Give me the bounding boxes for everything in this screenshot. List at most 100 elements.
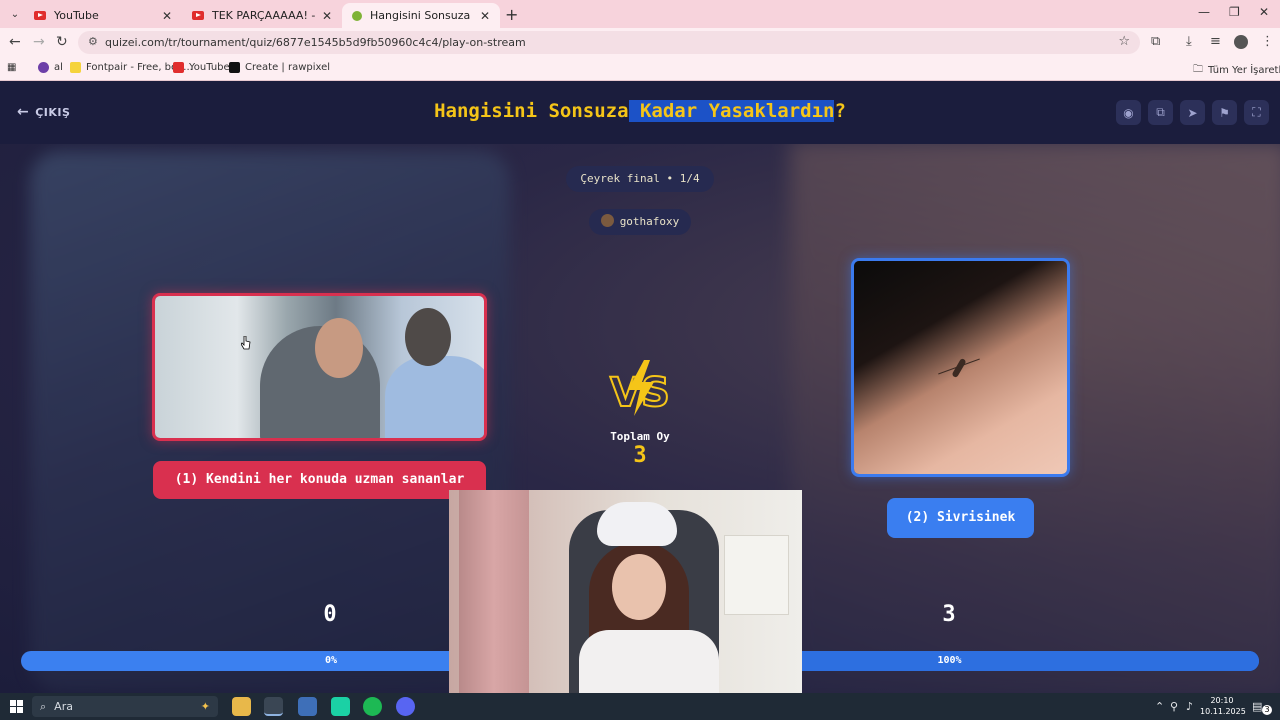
bookmark-favicon-icon <box>70 62 81 73</box>
tab-list-chevron-icon[interactable]: ⌄ <box>6 5 24 23</box>
webcam-overlay <box>449 490 802 720</box>
windows-start-icon[interactable] <box>10 700 23 713</box>
clock-time: 20:10 <box>1210 696 1234 705</box>
media-control-icon[interactable]: ≡ <box>1210 34 1221 49</box>
tab-label: YouTube <box>54 9 99 22</box>
new-tab-icon[interactable]: + <box>505 5 518 24</box>
dresser-shape <box>724 535 789 615</box>
reload-icon[interactable]: ↻ <box>56 34 68 50</box>
close-icon[interactable]: ✕ <box>322 9 332 23</box>
person-head-shape <box>405 308 451 366</box>
person-shape <box>385 356 484 438</box>
browser-tab-bar: ⌄ YouTube ✕ TEK PARÇAAAAA! - YouTube ✕ H… <box>0 0 1280 28</box>
streamer-badge: gothafoxy <box>589 209 691 235</box>
bookmarks-bar: ▦ al Fontpair - Free, bea... YouTube Cre… <box>0 56 1280 81</box>
mosquito-shape <box>949 356 969 380</box>
window-close-icon[interactable]: ✕ <box>1259 5 1269 19</box>
search-placeholder: Ara <box>54 700 73 713</box>
menu-kebab-icon[interactable]: ⋮ <box>1261 34 1274 49</box>
browser-toolbar: ← → ↻ ⚙ quizei.com/tr/tournament/quiz/68… <box>0 28 1280 56</box>
bookmark-label: al <box>54 62 63 73</box>
spotify-icon[interactable] <box>363 697 382 716</box>
search-icon: ⌕ <box>40 699 47 713</box>
fullscreen-icon[interactable]: ⛶ <box>1244 100 1269 125</box>
tab-quiz[interactable]: Hangisini Sonsuza Kadar Yasakla ✕ <box>342 3 500 28</box>
back-icon[interactable]: ← <box>9 34 21 50</box>
discord-icon[interactable] <box>396 697 415 716</box>
screen: ⌄ YouTube ✕ TEK PARÇAAAAA! - YouTube ✕ H… <box>0 0 1280 720</box>
volume-icon[interactable]: ♪ <box>1186 700 1193 713</box>
quiz-title: Hangisini Sonsuza Kadar Yasaklardın? <box>0 100 1280 122</box>
quizei-icon <box>352 10 362 21</box>
option-2-score: 3 <box>942 602 956 627</box>
tab-youtube-song[interactable]: TEK PARÇAAAAA! - YouTube ✕ <box>182 3 342 28</box>
total-votes-label: Toplam Oy <box>610 430 670 443</box>
face-shape <box>612 554 666 620</box>
sparkle-icon: ✦ <box>200 700 210 713</box>
restore-icon[interactable]: ❐ <box>1229 5 1240 19</box>
forward-icon[interactable]: → <box>33 34 45 50</box>
bookmark-favicon-icon <box>38 62 49 73</box>
tab-label: Hangisini Sonsuza Kadar Yasakla <box>370 9 474 22</box>
bookmark-star-icon[interactable]: ☆ <box>1118 34 1130 49</box>
tray-chevron-icon[interactable]: ⌃ <box>1155 700 1164 713</box>
notification-icon[interactable]: ▤ <box>1252 700 1262 713</box>
curtain-shape <box>459 490 529 720</box>
person-head-shape <box>315 318 363 378</box>
title-text: Hangisini Sonsuza <box>434 100 629 122</box>
tab-label: TEK PARÇAAAAA! - YouTube <box>212 9 316 22</box>
apps-grid-icon[interactable]: ▦ <box>7 62 16 73</box>
bookmark-al[interactable]: al <box>38 62 63 73</box>
site-info-icon[interactable]: ⚙ <box>88 35 98 48</box>
network-icon[interactable]: ⚲ <box>1170 700 1178 713</box>
title-highlight: Kadar Yasaklardın <box>628 100 835 122</box>
clock[interactable]: 20:10 10.11.2025 <box>1200 695 1246 717</box>
folder-icon: 🗀 <box>1193 64 1203 75</box>
title-question-mark: ? <box>834 100 846 122</box>
send-icon[interactable]: ➤ <box>1180 100 1205 125</box>
close-icon[interactable]: ✕ <box>480 9 490 23</box>
option-2-image[interactable] <box>851 258 1070 477</box>
bookmark-rawpixel[interactable]: Create | rawpixel <box>229 62 330 73</box>
option-2-button[interactable]: (2) Sivrisinek <box>887 498 1034 538</box>
youtube-icon <box>173 62 184 73</box>
capcut-icon[interactable] <box>331 697 350 716</box>
taskbar-search[interactable]: ⌕ Ara ✦ <box>32 696 218 717</box>
total-votes-count: 3 <box>633 443 647 468</box>
mouse-cursor-icon <box>241 336 251 350</box>
bookmark-youtube[interactable]: YouTube <box>173 62 230 73</box>
profile-avatar[interactable] <box>1234 35 1248 49</box>
vs-lightning-icon: VS <box>609 360 671 417</box>
office-photo <box>155 296 484 438</box>
bookmark-folder-label: Tüm Yer İşaretleri <box>1208 65 1280 76</box>
bunny-hat-shape <box>597 502 677 546</box>
bookmark-label: Create | rawpixel <box>245 62 331 73</box>
option-1-button[interactable]: (1) Kendini her konuda uzman sananlar <box>153 461 486 499</box>
extensions-icon[interactable]: ⧉ <box>1151 34 1160 49</box>
address-bar[interactable]: ⚙ quizei.com/tr/tournament/quiz/6877e154… <box>78 31 1140 54</box>
app-header: ← ÇIKIŞ Hangisini Sonsuza Kadar Yasaklar… <box>0 81 1280 144</box>
link-icon[interactable]: ⧉ <box>1148 100 1173 125</box>
option-1-score: 0 <box>323 602 337 627</box>
url-text: quizei.com/tr/tournament/quiz/6877e1545b… <box>105 36 526 49</box>
close-icon[interactable]: ✕ <box>162 9 172 23</box>
youtube-icon <box>34 11 46 20</box>
mosquito-photo <box>854 261 1067 474</box>
all-bookmarks-folder[interactable]: 🗀 Tüm Yer İşaretleri <box>1193 62 1280 79</box>
file-explorer-icon[interactable] <box>232 697 251 716</box>
youtube-icon <box>192 11 204 20</box>
streamer-name: gothafoxy <box>619 215 680 228</box>
clock-date: 10.11.2025 <box>1200 707 1246 716</box>
download-icon[interactable]: ⤓ <box>1186 34 1192 49</box>
bookmark-label: YouTube <box>189 62 230 73</box>
chrome-icon[interactable] <box>264 697 283 716</box>
notification-badge: 3 <box>1262 705 1272 715</box>
tab-youtube[interactable]: YouTube ✕ <box>24 3 182 28</box>
option-1-image[interactable] <box>152 293 487 441</box>
streamer-avatar <box>600 214 614 227</box>
app-icon[interactable] <box>298 697 317 716</box>
flag-icon[interactable]: ⚑ <box>1212 100 1237 125</box>
minimize-icon[interactable]: — <box>1198 5 1210 19</box>
windows-taskbar: ⌕ Ara ✦ ⌃ ⚲ ♪ 20:10 10.11.2025 ▤ 3 <box>0 693 1280 720</box>
eye-icon[interactable]: ◉ <box>1116 100 1141 125</box>
